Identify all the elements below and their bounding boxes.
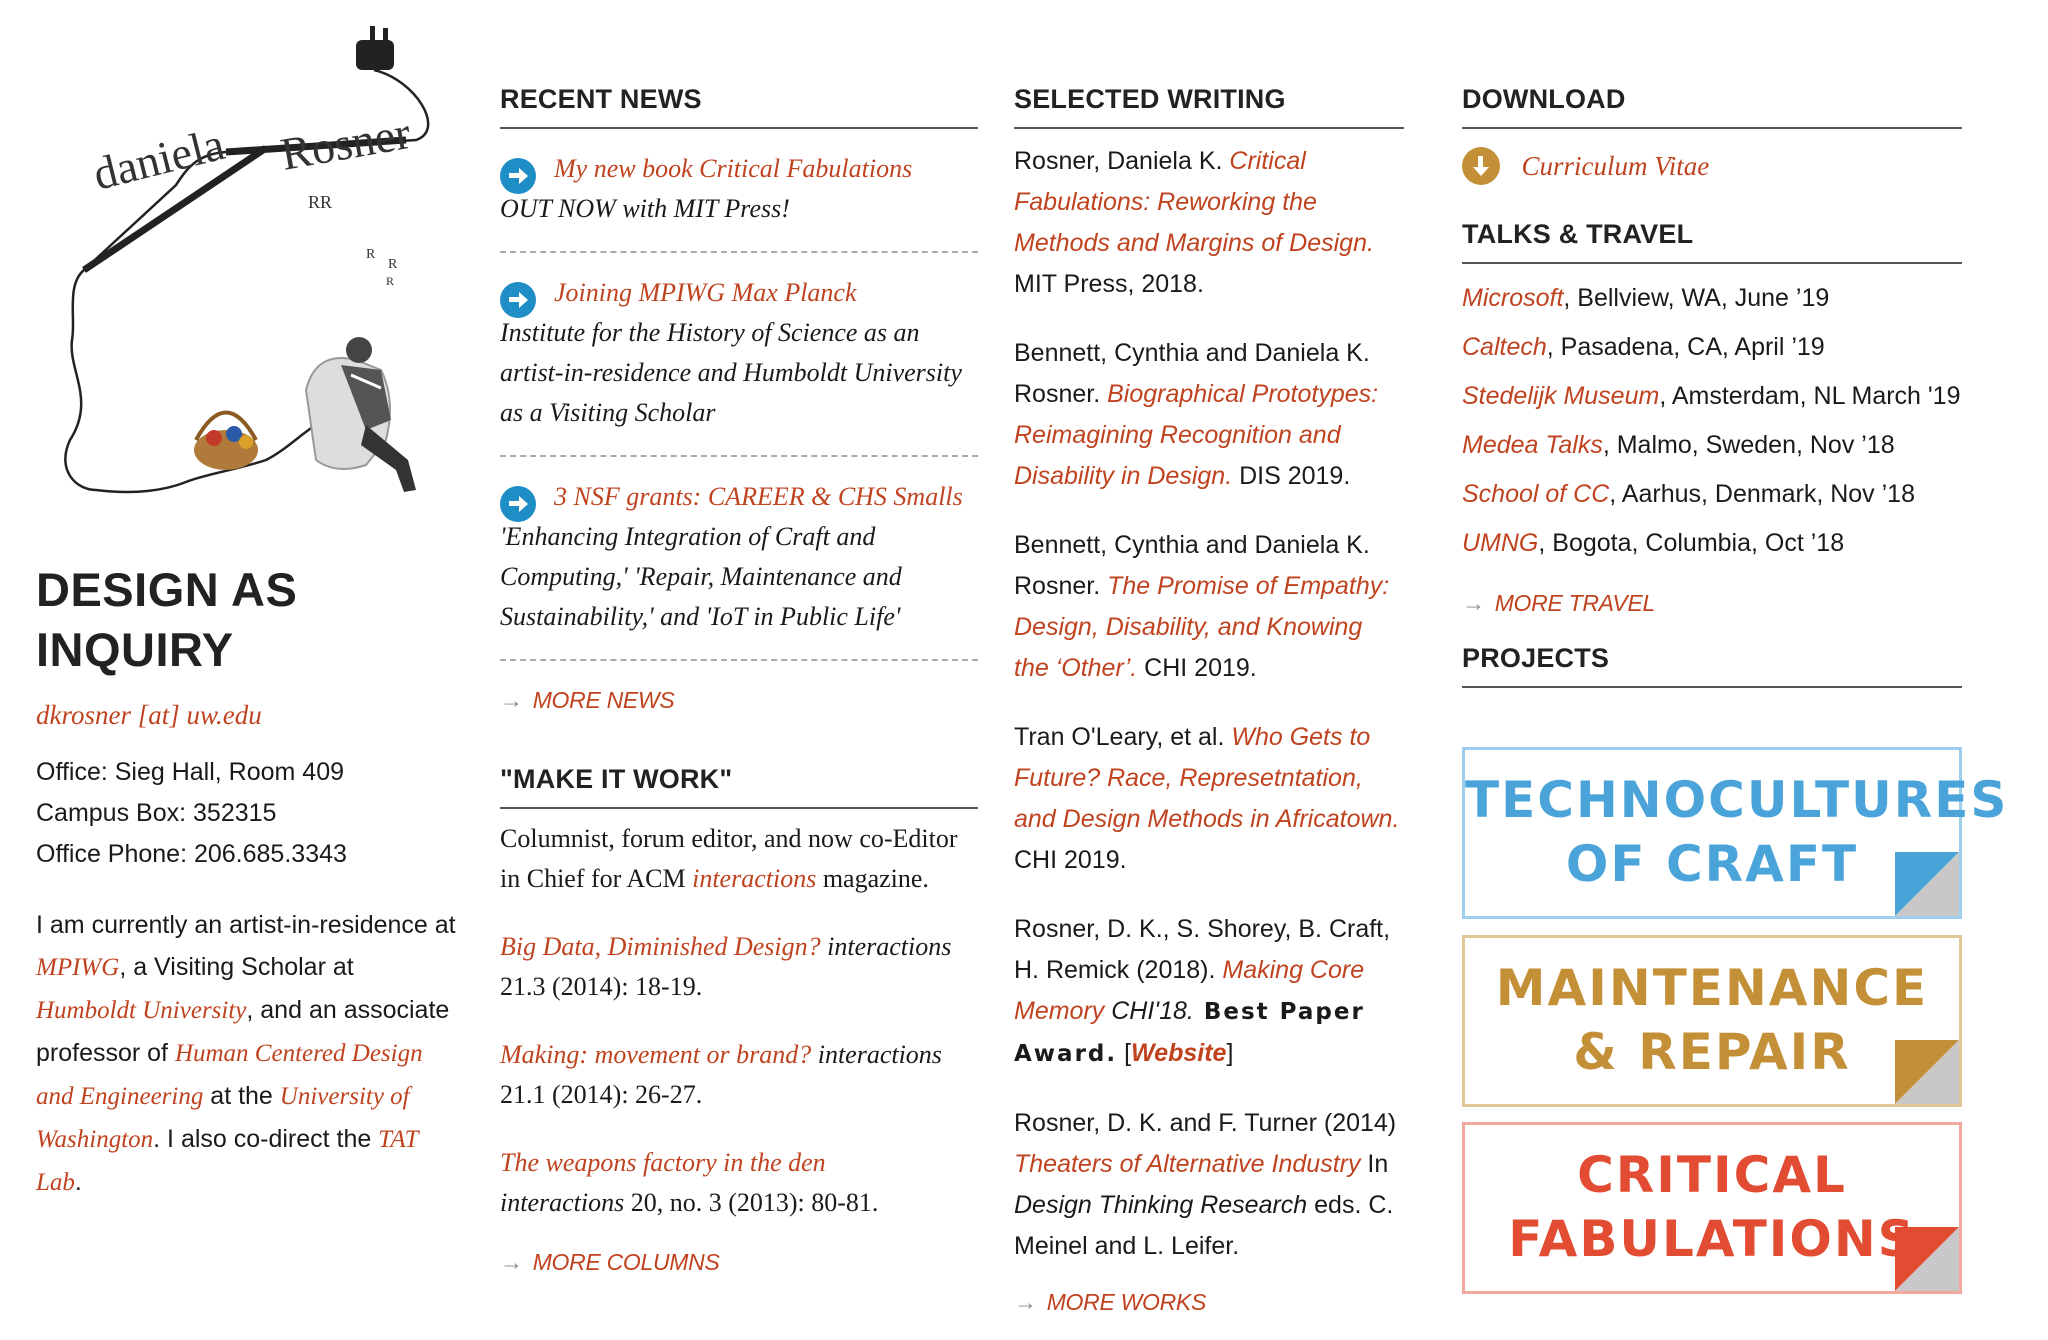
interactions-link[interactable]: interactions xyxy=(692,864,816,893)
arrow-right-icon[interactable] xyxy=(500,486,536,522)
person-in-chair-illustration xyxy=(304,337,416,492)
corner-triangle-icon xyxy=(1895,852,1959,916)
arrow-icon: → xyxy=(1014,1289,1037,1315)
writing-item: Bennett, Cynthia and Daniela K. Rosner. … xyxy=(1014,339,1379,490)
column-item: The weapons factory in the den interactio… xyxy=(500,1148,879,1217)
more-travel-link[interactable]: → MORE TRAVEL xyxy=(1462,590,1968,617)
humboldt-link[interactable]: Humboldt University xyxy=(36,997,246,1024)
logo-last-name: Rosner xyxy=(277,107,414,180)
email-link[interactable]: dkrosner [at] uw.edu xyxy=(36,700,262,731)
selected-writing-heading: SELECTED WRITING xyxy=(1014,84,1404,129)
download-heading: DOWNLOAD xyxy=(1462,84,1962,129)
column-link[interactable]: Making: movement or brand? xyxy=(500,1040,811,1069)
arrow-right-icon[interactable] xyxy=(500,158,536,194)
news-column: RECENT NEWS My new book Critical Fabulat… xyxy=(500,84,978,1276)
download-icon[interactable] xyxy=(1462,147,1500,185)
talk-link[interactable]: Stedelijk Museum xyxy=(1462,382,1659,410)
column-item: Making: movement or brand? interactions … xyxy=(500,1040,942,1109)
talk-item: Microsoft, Bellview, WA, June ’19 xyxy=(1462,284,1830,312)
project-technocultures[interactable]: TECHNOCULTURES OF CRAFT xyxy=(1462,747,2006,919)
news-link[interactable]: Joining MPIWG Max Planck xyxy=(554,278,857,307)
news-item: My new book Critical Fabulations OUT NOW… xyxy=(500,129,978,253)
svg-text:R: R xyxy=(366,247,376,262)
right-column: DOWNLOAD Curriculum Vitae TALKS & TRAVEL… xyxy=(1462,84,2006,1294)
news-link[interactable]: 3 NSF grants: CAREER & CHS Smalls xyxy=(554,482,963,511)
arrow-icon: → xyxy=(1462,590,1485,616)
office-phone: Office Phone: 206.685.3343 xyxy=(36,840,347,868)
cv-link[interactable]: Curriculum Vitae xyxy=(1462,147,1968,185)
talk-link[interactable]: UMNG xyxy=(1462,529,1538,557)
talk-link[interactable]: Medea Talks xyxy=(1462,431,1603,459)
recent-news-heading: RECENT NEWS xyxy=(500,84,978,129)
mpiwg-link[interactable]: MPIWG xyxy=(36,954,119,981)
column-intro: Columnist, forum editor, and now co-Edit… xyxy=(500,824,958,893)
talk-item: Medea Talks, Malmo, Sweden, Nov ’18 xyxy=(1462,431,1895,459)
project-maintenance-repair[interactable]: MAINTENANCE & REPAIR xyxy=(1462,935,1962,1107)
talk-link[interactable]: Caltech xyxy=(1462,333,1547,361)
website-link[interactable]: Website xyxy=(1131,1039,1226,1067)
arrow-icon: → xyxy=(500,687,523,713)
talk-item: School of CC, Aarhus, Denmark, Nov ’18 xyxy=(1462,480,1915,508)
corner-triangle-icon xyxy=(1895,1040,1959,1104)
projects-heading: PROJECTS xyxy=(1462,643,1962,688)
talk-item: Stedelijk Museum, Amsterdam, NL March '1… xyxy=(1462,382,1961,410)
contact-info: Office: Sieg Hall, Room 409 Campus Box: … xyxy=(36,752,347,875)
talks-heading: TALKS & TRAVEL xyxy=(1462,219,1962,264)
arrow-right-icon[interactable] xyxy=(500,282,536,318)
column-link[interactable]: Big Data, Diminished Design? xyxy=(500,932,821,961)
writing-item: Rosner, Daniela K. Critical Fabulations:… xyxy=(1014,147,1374,298)
bio-text: I am currently an artist-in-residence at… xyxy=(36,911,456,1196)
svg-text:RR: RR xyxy=(308,192,332,212)
project-critical-fabulations[interactable]: CRITICAL FABULATIONS xyxy=(1462,1122,1962,1294)
svg-text:R: R xyxy=(386,274,394,288)
basket-illustration xyxy=(194,410,258,470)
column-link[interactable]: The weapons factory in the den xyxy=(500,1148,826,1177)
more-news-link[interactable]: → MORE NEWS xyxy=(500,687,978,714)
talk-link[interactable]: Microsoft xyxy=(1462,284,1563,312)
arrow-icon: → xyxy=(500,1249,523,1275)
svg-text:R: R xyxy=(388,257,398,272)
writing-item: Tran O'Leary, et al. Who Gets to Future?… xyxy=(1014,723,1400,874)
more-columns-link[interactable]: → MORE COLUMNS xyxy=(500,1249,978,1276)
site-logo[interactable]: daniela Rosner RR R R R xyxy=(36,20,456,510)
writing-column: SELECTED WRITING Rosner, Daniela K. Crit… xyxy=(1014,84,1404,1316)
talk-item: Caltech, Pasadena, CA, April ’19 xyxy=(1462,333,1825,361)
news-link[interactable]: My new book Critical Fabulations xyxy=(554,154,912,183)
talk-link[interactable]: School of CC xyxy=(1462,480,1609,508)
news-item: Joining MPIWG Max Planck Institute for t… xyxy=(500,253,978,457)
page-title: DESIGN AS INQUIRY xyxy=(36,563,298,676)
talks-list: Microsoft, Bellview, WA, June ’19 Caltec… xyxy=(1462,274,1968,568)
news-item: 3 NSF grants: CAREER & CHS Smalls 'Enhan… xyxy=(500,457,978,661)
office-location: Office: Sieg Hall, Room 409 xyxy=(36,758,345,786)
writing-item: Rosner, D. K. and F. Turner (2014) Theat… xyxy=(1014,1109,1397,1260)
more-works-link[interactable]: → MORE WORKS xyxy=(1014,1289,1404,1316)
writing-link[interactable]: Theaters of Alternative Industry xyxy=(1014,1150,1360,1178)
column-item: Big Data, Diminished Design? interaction… xyxy=(500,932,952,1001)
writing-item: Bennett, Cynthia and Daniela K. Rosner. … xyxy=(1014,531,1390,682)
corner-triangle-icon xyxy=(1895,1227,1959,1291)
plug-icon xyxy=(356,26,394,70)
make-it-work-heading: "MAKE IT WORK" xyxy=(500,764,978,809)
talk-item: UMNG, Bogota, Columbia, Oct ’18 xyxy=(1462,529,1845,557)
writing-item: Rosner, D. K., S. Shorey, B. Craft, H. R… xyxy=(1014,915,1391,1067)
campus-box: Campus Box: 352315 xyxy=(36,799,277,827)
